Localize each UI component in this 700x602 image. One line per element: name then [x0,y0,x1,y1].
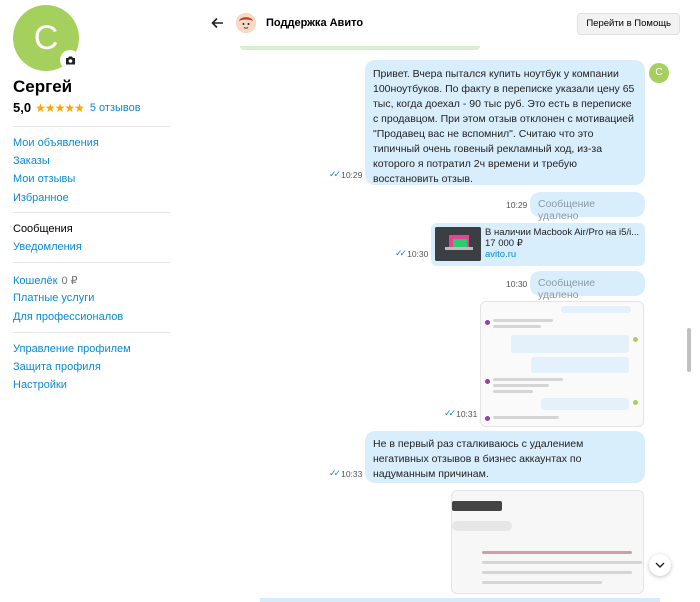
divider [13,212,170,213]
profile-rating: 5,0 ★★★★★ 5 отзывов [13,100,141,115]
message-time: ✓✓ 10:30 [395,248,429,259]
nav-wallet[interactable]: Кошелёк 0 ₽ [13,274,78,287]
nav-notifications[interactable]: Уведомления [13,241,82,253]
chevron-down-icon[interactable] [649,554,671,576]
nav-my-reviews[interactable]: Мои отзывы [13,173,75,185]
image-attachment[interactable] [480,301,644,427]
nav-messages[interactable]: Сообщения [13,223,73,235]
link-thumbnail [435,227,481,261]
message-edge [240,46,480,50]
camera-icon[interactable] [60,50,80,70]
message-time: ✓✓ 10:33 [329,468,363,479]
divider [13,126,170,127]
arrow-left-icon[interactable] [210,15,226,31]
message-input-edge [260,598,660,602]
rating-value: 5,0 [13,100,32,115]
nav-profile-protection[interactable]: Защита профиля [13,361,101,373]
profile-name: Сергей [13,77,73,96]
double-check-icon: ✓✓ [395,248,407,258]
support-avatar [236,13,256,33]
message-time: 10:30 [506,279,528,289]
divider [13,332,170,333]
link-card[interactable]: В наличии Macbook Air/Pro на i5/i... 17 … [431,223,645,266]
go-to-help-button[interactable]: Перейти в Помощь [577,13,680,35]
message-time: ✓✓ 10:31 [444,408,478,419]
nav-for-pros[interactable]: Для профессионалов [13,311,123,323]
nav-wallet-label: Кошелёк [13,275,58,287]
message-time: 10:29 [506,200,528,210]
double-check-icon: ✓✓ [329,169,341,179]
message-text: Привет. Вчера пытался купить ноутбук у к… [373,68,635,185]
nav-my-ads[interactable]: Мои объявления [13,137,99,149]
double-check-icon: ✓✓ [329,468,341,478]
rating-stars: ★★★★★ [35,100,85,115]
reviews-link[interactable]: 5 отзывов [90,102,141,114]
divider [13,262,170,263]
image-attachment[interactable] [451,490,644,594]
message-bubble[interactable]: Не в первый раз сталкиваюсь с удалением … [365,431,645,483]
scrollbar[interactable] [686,44,692,592]
user-avatar: С [649,63,669,83]
link-title: В наличии Macbook Air/Pro на i5/i... [485,227,640,238]
double-check-icon: ✓✓ [444,408,456,418]
message-text: Не в первый раз сталкиваюсь с удалением … [373,438,584,480]
nav-favorites[interactable]: Избранное [13,192,69,204]
wallet-amount: 0 ₽ [61,275,78,287]
link-price: 17 000 ₽ [485,238,523,249]
page: С Сергей 5,0 ★★★★★ 5 отзывов Мои объявле… [0,0,700,602]
sidebar: С Сергей 5,0 ★★★★★ 5 отзывов Мои объявле… [0,0,172,602]
deleted-message: Сообщение удалено [530,192,645,222]
chat-title: Поддержка Авито [266,17,364,29]
nav-profile-management[interactable]: Управление профилем [13,343,131,355]
nav-paid-services[interactable]: Платные услуги [13,292,94,304]
message-bubble[interactable]: Привет. Вчера пытался купить ноутбук у к… [365,60,645,185]
nav-settings[interactable]: Настройки [13,379,67,391]
chat-header: Поддержка Авито Перейти в Помощь [200,0,680,46]
link-domain[interactable]: avito.ru [485,249,516,260]
message-time: ✓✓ 10:29 [329,169,363,180]
deleted-message: Сообщение удалено [530,271,645,301]
scrollbar-thumb[interactable] [687,328,691,372]
nav-orders[interactable]: Заказы [13,155,50,167]
